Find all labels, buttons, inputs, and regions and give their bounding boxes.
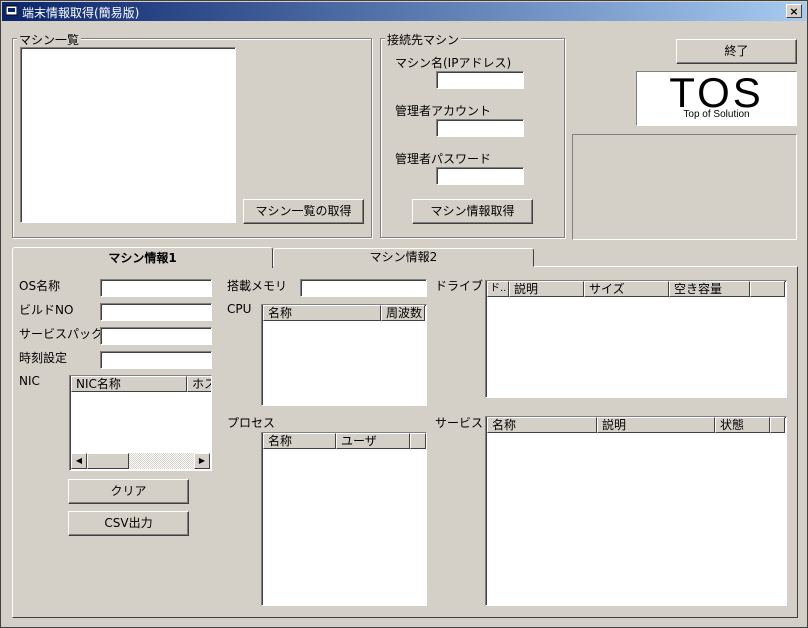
- service-pack-label: サービスパック: [19, 327, 104, 341]
- scroll-right-button[interactable]: ▶: [194, 453, 210, 469]
- memory-field[interactable]: [300, 279, 427, 297]
- service-listview[interactable]: 名称 説明 状態: [485, 416, 787, 606]
- status-box: [572, 134, 797, 240]
- admin-account-field[interactable]: [436, 119, 524, 137]
- app-icon: [6, 5, 17, 16]
- process-listview[interactable]: 名称 ユーザ: [261, 432, 427, 606]
- cpu-label: CPU: [227, 302, 252, 316]
- close-button[interactable]: ×: [786, 4, 802, 18]
- service-column-description[interactable]: 説明: [597, 417, 715, 433]
- drive-listview[interactable]: ド.. 説明 サイズ 空き容量: [485, 280, 787, 398]
- nic-listview[interactable]: NIC名称 ホス ◀ ▶: [69, 375, 212, 471]
- admin-password-label: 管理者パスワード: [395, 152, 492, 166]
- csv-output-button[interactable]: CSV出力: [68, 511, 189, 536]
- drive-column-free[interactable]: 空き容量: [669, 281, 750, 297]
- drive-column-blank[interactable]: [750, 281, 785, 297]
- process-label: プロセス: [227, 416, 276, 430]
- service-pack-field[interactable]: [100, 327, 212, 345]
- fetch-machine-list-button[interactable]: マシン一覧の取得: [243, 199, 364, 224]
- process-column-user[interactable]: ユーザ: [336, 433, 410, 449]
- exit-button[interactable]: 終了: [676, 39, 797, 64]
- nic-label: NIC: [19, 374, 40, 388]
- admin-account-label: 管理者アカウント: [395, 104, 492, 118]
- machine-name-field[interactable]: [436, 71, 524, 89]
- machine-name-label: マシン名(IPアドレス): [395, 56, 512, 70]
- service-column-status[interactable]: 状態: [715, 417, 770, 433]
- cpu-column-name[interactable]: 名称: [263, 305, 381, 321]
- drive-column-size[interactable]: サイズ: [584, 281, 669, 297]
- title-bar[interactable]: 端末情報取得(簡易版) ×: [2, 2, 806, 21]
- drive-label: ドライブ: [435, 279, 484, 293]
- memory-label: 搭載メモリ: [227, 279, 288, 293]
- drive-column-letter[interactable]: ド..: [487, 281, 509, 297]
- machine-listbox[interactable]: [20, 47, 236, 223]
- tab-machine-info-2-label: マシン情報2: [369, 250, 438, 264]
- time-setting-field[interactable]: [100, 351, 212, 369]
- logo-tagline: Top of Solution: [683, 109, 750, 120]
- drive-column-description[interactable]: 説明: [509, 281, 584, 297]
- nic-column-name[interactable]: NIC名称: [71, 376, 187, 392]
- service-column-blank[interactable]: [770, 417, 785, 433]
- service-column-name[interactable]: 名称: [487, 417, 597, 433]
- tos-logo: TOS Top of Solution: [636, 71, 797, 126]
- scroll-left-button[interactable]: ◀: [71, 453, 87, 469]
- nic-column-host[interactable]: ホス: [187, 376, 211, 392]
- machine-list-group-label: マシン一覧: [17, 31, 82, 48]
- tab-machine-info-1-label: マシン情報1: [108, 251, 177, 265]
- scroll-thumb[interactable]: [87, 453, 129, 469]
- nic-hscrollbar[interactable]: ◀ ▶: [71, 453, 210, 469]
- cpu-column-frequency[interactable]: 周波数: [381, 305, 425, 321]
- tab-machine-info-1[interactable]: マシン情報1: [12, 247, 273, 268]
- time-setting-label: 時刻設定: [19, 351, 68, 365]
- cpu-listview[interactable]: 名称 周波数: [261, 304, 427, 406]
- admin-password-field[interactable]: [436, 167, 524, 185]
- fetch-machine-info-button[interactable]: マシン情報取得: [412, 199, 533, 224]
- build-no-label: ビルドNO: [19, 303, 74, 317]
- process-column-name[interactable]: 名称: [263, 433, 336, 449]
- process-column-blank[interactable]: [410, 433, 426, 449]
- clear-button[interactable]: クリア: [68, 479, 189, 504]
- main-window: 端末情報取得(簡易版) × マシン一覧 マシン一覧の取得 接続先マシン マシン名…: [0, 0, 808, 628]
- os-name-label: OS名称: [19, 279, 61, 293]
- build-no-field[interactable]: [100, 303, 212, 321]
- connection-group-label: 接続先マシン: [385, 31, 462, 48]
- service-label: サービス: [435, 416, 484, 430]
- os-name-field[interactable]: [100, 279, 212, 297]
- window-title: 端末情報取得(簡易版): [22, 6, 140, 20]
- tab-machine-info-2[interactable]: マシン情報2: [273, 248, 534, 267]
